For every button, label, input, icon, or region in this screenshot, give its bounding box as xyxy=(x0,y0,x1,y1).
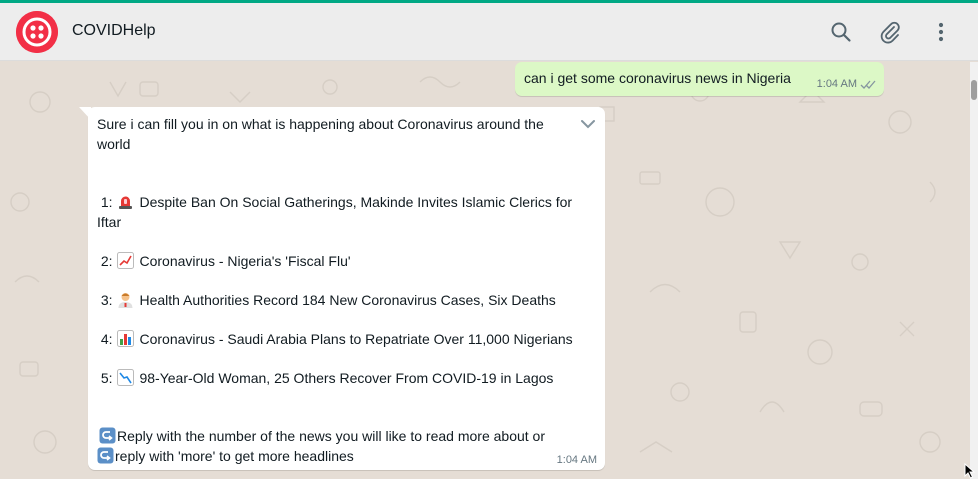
outgoing-message-text: can i get some coronavirus news in Niger… xyxy=(524,70,791,86)
outgoing-message-meta: 1:04 AM xyxy=(817,78,876,90)
incoming-message[interactable]: Sure i can fill you in on what is happen… xyxy=(88,107,605,470)
chat-scrollbar[interactable] xyxy=(970,62,978,479)
chart-decreasing-icon xyxy=(116,368,134,386)
news-item: 2: Coronavirus - Nigeria's 'Fiscal Flu' xyxy=(97,251,577,272)
reply-instruction-1: Reply with the number of the news you wi… xyxy=(97,427,577,447)
outgoing-message[interactable]: can i get some coronavirus news in Niger… xyxy=(515,62,884,96)
health-worker-icon xyxy=(117,291,134,308)
news-item-number: 5: xyxy=(100,369,113,386)
reply-instruction-2: reply with 'more' to get more headlines xyxy=(97,447,577,467)
news-item-number: 3: xyxy=(100,291,113,308)
news-item-number: 4: xyxy=(100,330,113,347)
contact-name[interactable]: COVIDHelp xyxy=(72,22,156,40)
incoming-message-text: Sure i can fill you in on what is happen… xyxy=(97,115,577,466)
news-item-title: Health Authorities Record 184 New Corona… xyxy=(135,291,556,308)
kebab-menu-icon xyxy=(938,22,944,42)
mouse-pointer-icon xyxy=(964,463,976,479)
scrollbar-thumb[interactable] xyxy=(971,80,977,100)
outgoing-message-time: 1:04 AM xyxy=(816,78,857,90)
menu-button[interactable] xyxy=(928,19,954,45)
chart-increasing-icon xyxy=(116,251,134,269)
bar-chart-icon xyxy=(116,329,134,347)
chat-header: COVIDHelp xyxy=(0,3,978,61)
news-item-title: Coronavirus - Nigeria's 'Fiscal Flu' xyxy=(135,252,351,269)
intro-line-1: Sure i can fill you in on what is happen… xyxy=(97,116,544,132)
chevron-down-icon xyxy=(581,120,595,129)
news-item: 4: Coronavirus - Saudi Arabia Plans to R… xyxy=(97,329,577,350)
news-item-title-cont: Iftar xyxy=(97,213,122,230)
news-item-title: Despite Ban On Social Gatherings, Makind… xyxy=(135,194,573,210)
news-item-number: 2: xyxy=(100,252,113,269)
paperclip-icon xyxy=(880,21,900,44)
incoming-message-time: 1:04 AM xyxy=(556,454,597,466)
left-arrow-curving-right-icon xyxy=(97,447,114,464)
news-item-number: 1: xyxy=(100,194,113,210)
news-item: 3: Health Authorities Record 184 New Cor… xyxy=(97,291,577,311)
left-arrow-curving-right-icon xyxy=(99,427,116,444)
message-options-button[interactable] xyxy=(579,115,597,133)
attach-button[interactable] xyxy=(877,19,903,45)
news-item-title: 98-Year-Old Woman, 25 Others Recover Fro… xyxy=(135,369,554,386)
search-icon xyxy=(831,22,851,42)
news-item: 5: 98-Year-Old Woman, 25 Others Recover … xyxy=(97,368,577,389)
news-item-title: Coronavirus - Saudi Arabia Plans to Repa… xyxy=(135,330,573,347)
search-button[interactable] xyxy=(828,19,854,45)
double-check-icon xyxy=(860,80,876,89)
intro-line-2: world xyxy=(97,135,131,152)
news-item: 1: Despite Ban On Social Gatherings, Mak… xyxy=(97,193,577,213)
rotating-light-icon xyxy=(117,193,134,210)
twilio-logo-icon[interactable] xyxy=(16,11,58,53)
